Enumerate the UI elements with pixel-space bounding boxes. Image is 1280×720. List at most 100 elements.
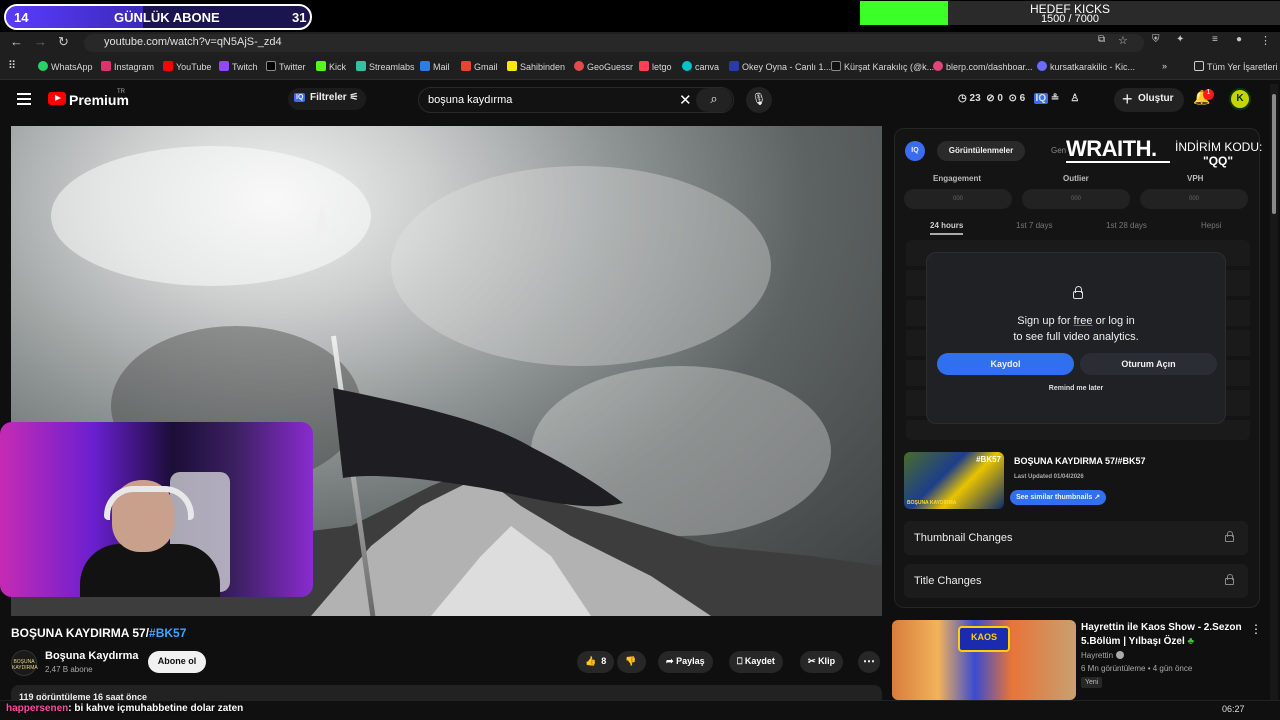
subscriber-count: 2,47 B abone: [45, 665, 93, 674]
save-button[interactable]: ⎕ Kaydet: [729, 651, 783, 673]
bookmark-okey[interactable]: Okey Oyna - Canlı 1...: [729, 61, 831, 72]
whatsapp-icon: [38, 61, 48, 71]
iq-icon[interactable]: IQ: [1033, 93, 1049, 104]
twitch-icon: [219, 61, 229, 71]
bookmark-youtube[interactable]: YouTube: [163, 61, 211, 72]
canva-icon: [682, 61, 692, 71]
apps-icon[interactable]: ⠿: [8, 59, 16, 72]
bookmark-gmail[interactable]: Gmail: [461, 61, 498, 72]
recommended-channel[interactable]: Hayrettin: [1081, 651, 1125, 660]
create-button[interactable]: Oluştur: [1114, 88, 1184, 112]
bookmark-mail[interactable]: Mail: [420, 61, 450, 72]
hamburger-icon[interactable]: [17, 93, 31, 108]
free-link[interactable]: free: [1074, 315, 1093, 327]
signup-gate: Sign up for free or log in to see full v…: [926, 252, 1226, 424]
filters-button[interactable]: Filtreler ⚟: [288, 88, 367, 110]
range-24h[interactable]: 24 hours: [930, 221, 964, 235]
range-28d[interactable]: 1st 28 days: [1106, 221, 1147, 230]
bookmark-instagram[interactable]: Instagram: [101, 61, 154, 72]
search-box[interactable]: boşuna kaydırma ✕: [418, 87, 734, 113]
spear-tip: [315, 204, 329, 234]
back-icon[interactable]: ←: [10, 34, 23, 49]
cloud: [391, 166, 771, 366]
account-avatar[interactable]: K: [1229, 88, 1251, 110]
scrollbar-thumb[interactable]: [1272, 94, 1276, 214]
bookmark-streamlabs[interactable]: Streamlabs: [356, 61, 415, 72]
card-title: BOŞUNA KAYDIRMA 57/#BK57: [1014, 456, 1146, 466]
gate-text-line1: Sign up for free or log in: [1017, 315, 1135, 327]
bookmark-letgo[interactable]: letgo: [639, 61, 672, 72]
dislike-button[interactable]: 👎: [617, 651, 647, 673]
bookmark-twitch[interactable]: Twitch: [219, 61, 258, 72]
flag: [333, 388, 623, 507]
shield-icon[interactable]: ⛨: [1152, 34, 1160, 45]
sub-goal-current: 14: [14, 10, 29, 25]
channel-avatar[interactable]: BOŞUNA KAYDIRMA: [11, 650, 38, 676]
login-button[interactable]: Oturum Açın: [1080, 353, 1217, 375]
star-icon[interactable]: ☆: [1118, 34, 1128, 47]
page-scrollbar[interactable]: [1270, 84, 1278, 704]
notification-badge: 1: [1203, 89, 1214, 100]
card-last-updated: Last Updated 01/04/2026: [1014, 474, 1084, 480]
bookmark-sahibinden[interactable]: Sahibinden: [507, 61, 565, 72]
bookmark-kick-channel[interactable]: kursatkarakilic - Kic...: [1037, 61, 1135, 72]
title-changes-row[interactable]: Title Changes: [904, 564, 1248, 598]
kick-icon: [316, 61, 326, 71]
signup-button[interactable]: Kaydol: [937, 353, 1074, 375]
range-7d[interactable]: 1st 7 days: [1016, 221, 1052, 230]
metric-outlier-label: Outlier: [1063, 174, 1089, 183]
clear-search-icon[interactable]: ✕: [679, 91, 692, 109]
bookmark-whatsapp[interactable]: WhatsApp: [38, 61, 93, 72]
lock-icon: [1073, 286, 1083, 299]
clip-button[interactable]: ✂ Klip: [800, 651, 844, 673]
share-button[interactable]: ➦ Paylaş: [658, 651, 713, 673]
reload-icon[interactable]: ↻: [58, 34, 69, 50]
video-thumbnail[interactable]: #BK57 BOŞUNA KAYDIRMA: [904, 452, 1004, 509]
bookmark-blerp[interactable]: blerp.com/dashboar...: [933, 61, 1033, 72]
search-icon[interactable]: ⌕: [696, 88, 732, 112]
range-all[interactable]: Hepsi: [1201, 221, 1221, 230]
more-options-icon[interactable]: ⋮: [1250, 622, 1262, 636]
more-bookmarks-icon[interactable]: »: [1162, 61, 1167, 71]
bookmark-tiktok[interactable]: Kürşat Karakılıç (@k...: [831, 61, 934, 72]
recommended-video-thumbnail[interactable]: KAOS: [892, 620, 1076, 700]
mail-icon: [420, 61, 430, 71]
bookmark-kick[interactable]: Kick: [316, 61, 346, 72]
youtube-logo-icon[interactable]: [48, 92, 66, 105]
extensions-icon[interactable]: ✦: [1176, 34, 1184, 45]
kick-goal-bar: HEDEF KICKS 1500 / 7000: [860, 1, 1280, 25]
profile-icon[interactable]: ●: [1236, 34, 1242, 45]
video-hashtag[interactable]: #BK57: [149, 626, 186, 640]
recommended-video-title-line2[interactable]: 5.Bölüm | Yılbaşı Özel ♣: [1081, 636, 1194, 647]
thumbnail-changes-row[interactable]: Thumbnail Changes: [904, 521, 1248, 555]
metric-engagement-label: Engagement: [933, 174, 982, 183]
streamer-webcam: [0, 422, 313, 597]
all-bookmarks[interactable]: Tüm Yer İşaretleri: [1194, 61, 1278, 72]
channel-name[interactable]: Boşuna Kaydırma: [45, 650, 139, 662]
recommended-video-title[interactable]: Hayrettin ile Kaos Show - 2.Sezon: [1081, 622, 1242, 633]
menu-icon[interactable]: ⋮: [1260, 34, 1271, 47]
media-icon[interactable]: ≡: [1212, 34, 1218, 45]
letgo-icon: [639, 61, 649, 71]
tab-gen[interactable]: Gen: [1051, 146, 1066, 155]
tab-views[interactable]: Görüntülenmeler: [937, 141, 1025, 161]
bookmark-canva[interactable]: canva: [682, 61, 719, 72]
kick-channel-icon: [1037, 61, 1047, 71]
remind-later-link[interactable]: Remind me later: [927, 385, 1225, 392]
subscribe-button[interactable]: Abone ol: [148, 651, 206, 673]
install-icon[interactable]: ⧉: [1098, 34, 1105, 45]
address-bar[interactable]: youtube.com/watch?v=qN5AjS-_zd4: [84, 34, 1144, 52]
verified-icon: [1116, 651, 1125, 659]
like-button[interactable]: 👍 8: [577, 651, 615, 673]
search-input[interactable]: boşuna kaydırma: [428, 94, 512, 106]
sub-goal-bar: 14 GÜNLÜK ABONE 31: [4, 4, 312, 30]
bookmark-twitter[interactable]: Twitter: [266, 61, 306, 72]
microphone-icon[interactable]: 🎙: [746, 87, 772, 113]
sub-goal-target: 31: [292, 10, 307, 25]
region-code: TR: [117, 89, 125, 95]
more-actions-icon[interactable]: ⋯: [858, 651, 880, 673]
iq-badge: IQ: [905, 141, 925, 161]
bookmark-geoguessr[interactable]: GeoGuessr: [574, 61, 633, 72]
similar-thumbnails-button[interactable]: See similar thumbnails ↗: [1010, 490, 1107, 505]
forward-icon[interactable]: →: [34, 34, 47, 49]
